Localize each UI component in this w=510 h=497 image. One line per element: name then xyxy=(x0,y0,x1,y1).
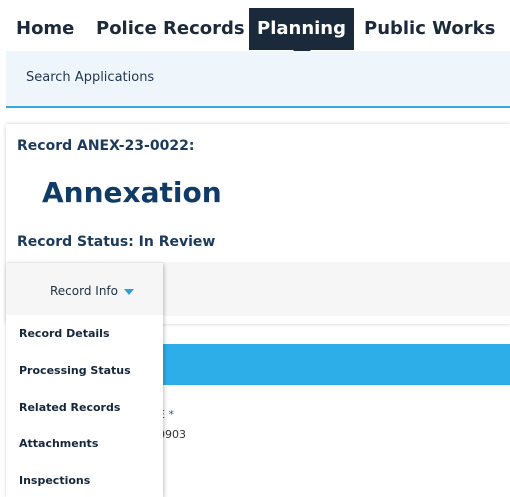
search-applications-link[interactable]: Search Applications xyxy=(26,70,154,85)
top-navigation: Home Police Records Planning Public Work… xyxy=(0,0,510,58)
required-marker: * xyxy=(168,408,174,421)
menu-item-processing-status[interactable]: Processing Status xyxy=(19,364,131,377)
record-info-dropdown: Record Info Record Details Processing St… xyxy=(6,263,163,497)
nav-police-records[interactable]: Police Records xyxy=(88,8,253,50)
menu-item-attachments[interactable]: Attachments xyxy=(19,437,98,450)
nav-home[interactable]: Home xyxy=(8,8,82,50)
nav-public-works[interactable]: Public Works xyxy=(356,8,503,50)
menu-item-related-records[interactable]: Related Records xyxy=(19,401,120,414)
record-info-toggle[interactable]: Record Info xyxy=(6,263,163,315)
nav-planning[interactable]: Planning xyxy=(249,8,355,58)
menu-item-record-details[interactable]: Record Details xyxy=(19,327,110,340)
record-info-toggle-label: Record Info xyxy=(50,284,118,298)
record-type-title: Annexation xyxy=(42,176,222,209)
record-status: Record Status: In Review xyxy=(17,234,216,250)
sub-navigation-bar: Search Applications xyxy=(6,51,510,108)
record-id: Record ANEX-23-0022: xyxy=(17,138,195,154)
nav-planning-label: Planning xyxy=(257,18,347,39)
menu-item-inspections[interactable]: Inspections xyxy=(19,474,90,487)
caret-down-icon xyxy=(124,289,134,295)
